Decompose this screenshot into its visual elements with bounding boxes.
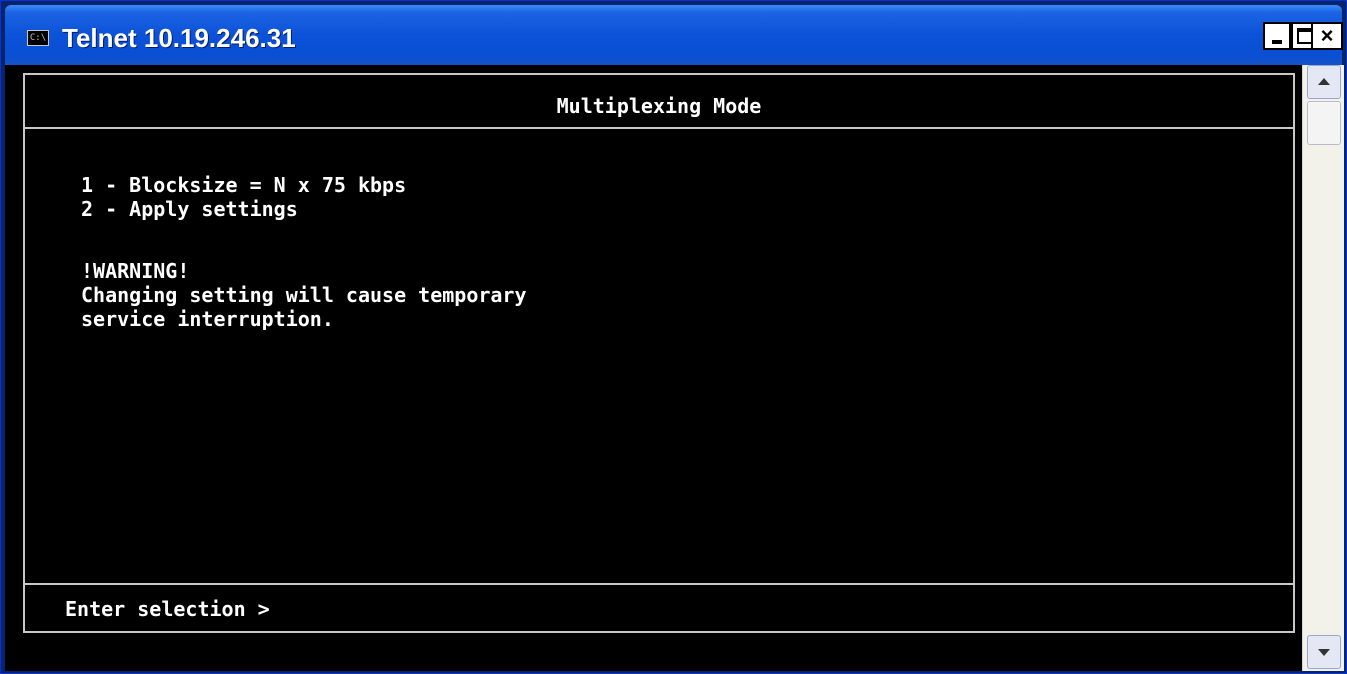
scroll-down-arrow-icon xyxy=(1318,649,1330,656)
header-divider xyxy=(25,127,1293,129)
prompt-divider xyxy=(25,583,1293,585)
console-frame: Multiplexing Mode 1 - Blocksize = N x 75… xyxy=(23,73,1295,633)
menu-item-blocksize: 1 - Blocksize = N x 75 kbps xyxy=(81,173,407,197)
menu-item-apply-settings: 2 - Apply settings xyxy=(81,197,298,221)
console-icon[interactable]: C:\ xyxy=(27,30,49,46)
scroll-up-button[interactable] xyxy=(1307,65,1341,99)
scroll-up-arrow-icon xyxy=(1318,78,1330,85)
scroll-down-button[interactable] xyxy=(1307,635,1341,669)
warning-line-1: Changing setting will cause temporary xyxy=(81,283,527,307)
warning-title: !WARNING! xyxy=(81,259,190,283)
close-button[interactable]: × xyxy=(1311,22,1343,50)
scroll-thumb[interactable] xyxy=(1307,101,1341,145)
close-icon: × xyxy=(1320,23,1334,48)
minimize-icon xyxy=(1272,40,1282,44)
vertical-scrollbar[interactable] xyxy=(1302,65,1344,671)
title-bar[interactable]: C:\ Telnet 10.19.246.31 × xyxy=(5,5,1343,65)
telnet-window: C:\ Telnet 10.19.246.31 × Multiplexing M… xyxy=(0,0,1347,674)
warning-line-2: service interruption. xyxy=(81,307,334,331)
screen-header: Multiplexing Mode xyxy=(556,94,762,118)
minimize-button[interactable] xyxy=(1263,22,1291,50)
window-title: Telnet 10.19.246.31 xyxy=(62,23,296,53)
terminal-area[interactable]: Multiplexing Mode 1 - Blocksize = N x 75… xyxy=(5,65,1344,671)
selection-prompt[interactable]: Enter selection > xyxy=(65,596,270,622)
